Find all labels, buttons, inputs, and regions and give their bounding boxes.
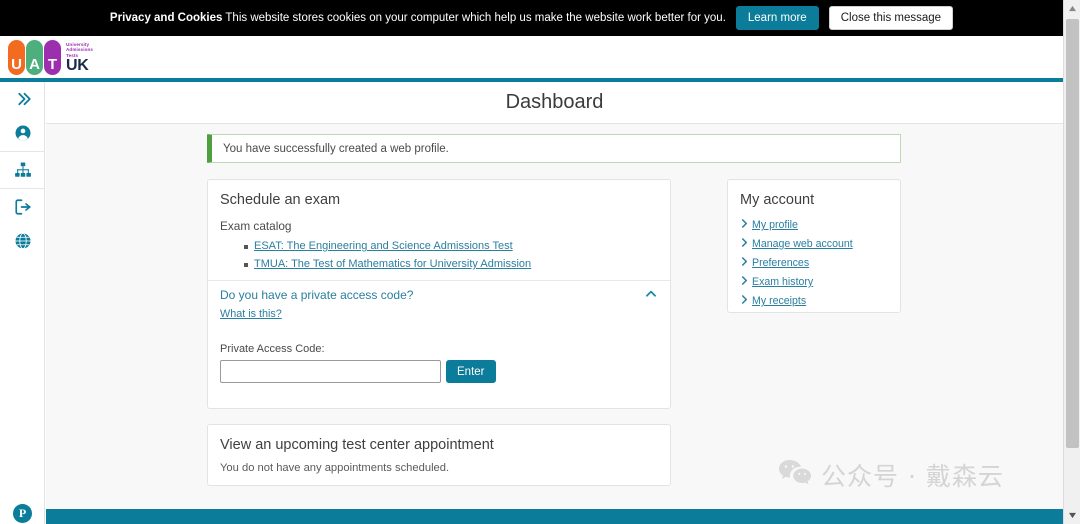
- vertical-scrollbar[interactable]: [1063, 0, 1080, 524]
- exam-link-esat[interactable]: ESAT: The Engineering and Science Admiss…: [254, 240, 513, 252]
- sign-out-icon: [14, 198, 32, 216]
- schedule-exam-title: Schedule an exam: [220, 192, 341, 208]
- success-alert-message: You have successfully created a web prof…: [223, 142, 449, 155]
- cookie-banner-message: This website stores cookies on your comp…: [222, 12, 726, 24]
- scroll-down-arrow[interactable]: [1064, 507, 1080, 524]
- cookie-banner-text: Privacy and Cookies This website stores …: [110, 11, 726, 25]
- chevron-right-icon: [741, 257, 748, 266]
- page-title: Dashboard: [505, 91, 604, 113]
- private-access-code-input[interactable]: [220, 360, 441, 383]
- globe-icon: [14, 232, 32, 250]
- site-header: U A T University Admissions Tests UK: [0, 36, 1063, 80]
- card-divider: [208, 280, 670, 281]
- chevron-right-icon: [741, 238, 748, 247]
- exam-link-tmua[interactable]: TMUA: The Test of Mathematics for Univer…: [254, 258, 531, 270]
- sidebar-item-expand-menu[interactable]: [0, 82, 45, 116]
- sitemap-icon: [14, 161, 32, 179]
- chevron-right-icon: [741, 295, 748, 304]
- account-link-my-receipts[interactable]: My receipts: [752, 295, 806, 307]
- learn-more-button[interactable]: Learn more: [735, 6, 819, 30]
- my-account-title: My account: [740, 192, 815, 208]
- enter-button[interactable]: Enter: [446, 360, 496, 383]
- logo-letter-a: A: [26, 40, 43, 75]
- chevron-double-right-icon: [14, 90, 32, 108]
- schedule-exam-card: Schedule an exam Exam catalog ESAT: The …: [207, 179, 671, 409]
- sidebar-item-language[interactable]: [0, 224, 45, 258]
- user-circle-icon: [14, 124, 32, 142]
- sidebar-divider: [0, 151, 45, 152]
- sidebar-item-site-map[interactable]: [0, 153, 45, 187]
- private-access-code-toggle[interactable]: Do you have a private access code?: [220, 288, 413, 302]
- scrollbar-thumb[interactable]: [1066, 19, 1079, 448]
- list-item: TMUA: The Test of Mathematics for Univer…: [244, 258, 670, 271]
- chevron-up-icon[interactable]: [644, 287, 658, 301]
- scroll-up-arrow[interactable]: [1064, 0, 1080, 17]
- list-item: Exam history: [741, 274, 900, 289]
- sidebar-divider: [0, 188, 45, 189]
- footer-bar: [46, 509, 1063, 524]
- sidebar-rail: [0, 82, 45, 524]
- account-link-manage-web-account[interactable]: Manage web account: [752, 238, 853, 250]
- account-link-preferences[interactable]: Preferences: [752, 257, 809, 269]
- list-item: Preferences: [741, 255, 900, 270]
- page-title-band: Dashboard: [46, 82, 1063, 124]
- browser-page: Privacy and Cookies This website stores …: [0, 0, 1080, 524]
- cookie-banner-bold-label: Privacy and Cookies: [109, 12, 223, 24]
- my-account-links: My profile Manage web account Preference…: [728, 217, 900, 308]
- logo-letter-t: T: [44, 40, 61, 75]
- list-item: ESAT: The Engineering and Science Admiss…: [244, 240, 670, 253]
- main-content: You have successfully created a web prof…: [46, 124, 1063, 503]
- upcoming-appointment-card: View an upcoming test center appointment…: [207, 424, 671, 486]
- account-link-exam-history[interactable]: Exam history: [752, 276, 813, 288]
- sidebar-item-my-account[interactable]: [0, 116, 45, 150]
- list-item: My profile: [741, 217, 900, 232]
- upcoming-appointment-title: View an upcoming test center appointment: [220, 437, 494, 453]
- logo-wordmark: University Admissions Tests UK: [66, 40, 93, 75]
- success-alert: You have successfully created a web prof…: [207, 134, 901, 163]
- upcoming-appointment-message: You do not have any appointments schedul…: [220, 462, 450, 474]
- cookie-banner: Privacy and Cookies This website stores …: [0, 0, 1063, 36]
- what-is-this-link[interactable]: What is this?: [220, 308, 282, 320]
- private-access-code-label: Private Access Code:: [220, 343, 325, 355]
- pearson-logo-icon: P: [13, 504, 32, 523]
- list-item: Manage web account: [741, 236, 900, 251]
- list-item: My receipts: [741, 293, 900, 308]
- sidebar-item-sign-out[interactable]: [0, 190, 45, 224]
- chevron-right-icon: [741, 219, 748, 228]
- chevron-right-icon: [741, 276, 748, 285]
- logo-uk-text: UK: [66, 57, 89, 74]
- uat-uk-logo[interactable]: U A T University Admissions Tests UK: [8, 40, 93, 75]
- exam-catalog-label: Exam catalog: [220, 219, 292, 233]
- logo-letter-u: U: [8, 40, 25, 75]
- my-account-card: My account My profile Manage web account: [727, 179, 901, 313]
- account-link-my-profile[interactable]: My profile: [752, 219, 798, 231]
- close-message-button[interactable]: Close this message: [828, 6, 954, 30]
- exam-catalog-list: ESAT: The Engineering and Science Admiss…: [208, 240, 670, 271]
